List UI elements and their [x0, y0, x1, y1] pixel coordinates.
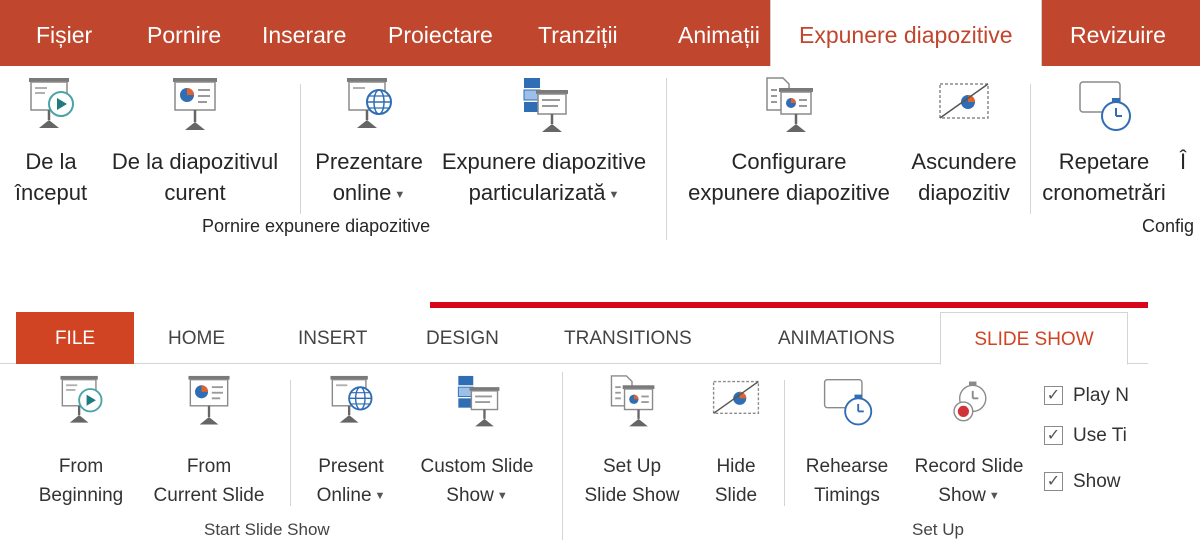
- group-separator: [666, 78, 667, 240]
- ribbon-tab-bar: FILE HOME INSERT DESIGN TRANSITIONS ANIM…: [0, 312, 1148, 365]
- tab-design[interactable]: DESIGN: [426, 312, 499, 364]
- checkbox-checked-icon: ✓: [1044, 426, 1063, 445]
- group-label-start: Start Slide Show: [204, 520, 330, 539]
- group-label-start: Pornire expunere diapozitive: [202, 216, 431, 236]
- screen-play-icon: [29, 78, 74, 128]
- custom-slide-show-button[interactable]: Custom Slide Show ▼: [404, 364, 550, 514]
- chevron-down-icon: ▼: [374, 490, 386, 502]
- set-up-slide-show-label: Set Up Slide Show: [584, 456, 680, 506]
- custom-slide-show-label: Expunere diapozitive particularizată ▼: [441, 149, 647, 205]
- ribbon-romanian: Fișier Pornire Inserare Proiectare Tranz…: [0, 0, 1200, 244]
- separator: [1030, 84, 1031, 214]
- checkbox-checked-icon: ✓: [1044, 386, 1063, 405]
- from-beginning-label: From Beginning: [38, 456, 124, 506]
- record-slide-show-button[interactable]: Î: [1180, 66, 1200, 216]
- tab-animations[interactable]: Animații: [678, 0, 760, 66]
- hide-slide-icon: [712, 380, 760, 414]
- tab-home[interactable]: HOME: [168, 312, 225, 364]
- custom-show-icon: [523, 78, 568, 132]
- record-slide-icon: [953, 381, 987, 422]
- set-up-slide-show-button[interactable]: Set Up Slide Show: [572, 364, 692, 514]
- from-current-slide-button[interactable]: From Current Slide: [134, 364, 284, 514]
- tab-design[interactable]: Proiectare: [388, 0, 493, 66]
- from-beginning-label: De la început: [14, 149, 88, 205]
- from-current-slide-button[interactable]: De la diapozitivul curent: [106, 66, 284, 216]
- screen-globe-icon: [347, 78, 392, 128]
- rehearse-timings-button[interactable]: Repetare cronometrări: [1036, 66, 1172, 216]
- set-up-slide-show-label: Configurare expunere diapozitive: [688, 149, 890, 205]
- set-up-slide-show-button[interactable]: Configurare expunere diapozitive: [676, 66, 902, 216]
- setup-show-icon: [766, 77, 813, 132]
- checkbox-checked-icon: ✓: [1044, 472, 1063, 491]
- group-label-setup: Set Up: [912, 520, 964, 539]
- tab-file[interactable]: Fișier: [36, 0, 92, 66]
- from-beginning-button[interactable]: From Beginning: [24, 364, 138, 514]
- rehearse-timer-icon: [1079, 81, 1131, 131]
- tab-insert[interactable]: Inserare: [262, 0, 346, 66]
- from-current-slide-label: From Current Slide: [153, 456, 265, 506]
- chevron-down-icon: ▼: [988, 490, 1000, 502]
- tab-transitions[interactable]: TRANSITIONS: [564, 312, 692, 364]
- hide-slide-label: Ascundere diapozitiv: [911, 149, 1017, 205]
- separator: [300, 84, 301, 214]
- rehearse-timings-label: Rehearse Timings: [805, 456, 889, 506]
- record-slide-show-label: Î: [1180, 149, 1187, 174]
- chevron-down-icon: ▼: [394, 189, 406, 201]
- tab-animations[interactable]: ANIMATIONS: [778, 312, 895, 364]
- hide-slide-button[interactable]: Ascundere diapozitiv: [904, 66, 1024, 216]
- present-online-label: Prezentare online ▼: [315, 149, 423, 205]
- custom-slide-show-label: Custom Slide Show ▼: [420, 456, 534, 506]
- from-beginning-button[interactable]: De la început: [8, 66, 94, 216]
- custom-slide-show-button[interactable]: Expunere diapozitive particularizată ▼: [430, 66, 658, 216]
- tab-insert[interactable]: INSERT: [298, 312, 367, 364]
- tab-transitions[interactable]: Tranziții: [538, 0, 618, 66]
- ribbon-tab-bar: Fișier Pornire Inserare Proiectare Tranz…: [0, 0, 1200, 66]
- group-label-config: Config: [1142, 216, 1195, 236]
- screen-globe-icon: [330, 375, 373, 423]
- accent-line: [430, 302, 1148, 308]
- setup-show-icon: [610, 375, 655, 427]
- hide-slide-icon: [939, 83, 989, 119]
- rehearse-timer-icon: [823, 378, 873, 426]
- rehearse-timings-button[interactable]: Rehearse Timings: [794, 364, 900, 514]
- hide-slide-button[interactable]: Hide Slide: [696, 364, 776, 514]
- group-separator: [562, 372, 563, 540]
- rehearse-timings-label: Repetare cronometrări: [1042, 149, 1166, 205]
- chevron-down-icon: ▼: [496, 490, 508, 502]
- tab-review[interactable]: Revizuire: [1070, 0, 1166, 66]
- ribbon-body: De laînceput De la diapozitivulcurent: [0, 66, 1200, 244]
- tab-slide-show[interactable]: SLIDE SHOW: [940, 312, 1128, 365]
- screen-pie-icon: [188, 375, 230, 425]
- tab-home[interactable]: Pornire: [147, 0, 221, 66]
- separator: [290, 380, 291, 506]
- record-slide-show-label: Record Slide Show ▼: [914, 456, 1024, 506]
- screen-pie-icon: [173, 78, 217, 130]
- screen-play-icon: [60, 375, 103, 423]
- separator: [784, 380, 785, 506]
- tab-file[interactable]: FILE: [16, 312, 134, 364]
- record-slide-show-button[interactable]: Record Slide Show ▼: [898, 364, 1040, 514]
- hide-slide-label: Hide Slide: [714, 456, 758, 506]
- from-current-slide-label: De la diapozitivul curent: [111, 149, 279, 205]
- present-online-button[interactable]: Prezentare online ▼: [308, 66, 430, 216]
- chevron-down-icon: ▼: [608, 189, 620, 201]
- present-online-button[interactable]: Present Online ▼: [296, 364, 406, 514]
- present-online-label: Present Online ▼: [316, 456, 386, 506]
- custom-show-icon: [457, 375, 500, 427]
- ribbon-english: FILE HOME INSERT DESIGN TRANSITIONS ANIM…: [0, 312, 1148, 544]
- tab-slide-show[interactable]: Expunere diapozitive: [770, 0, 1042, 66]
